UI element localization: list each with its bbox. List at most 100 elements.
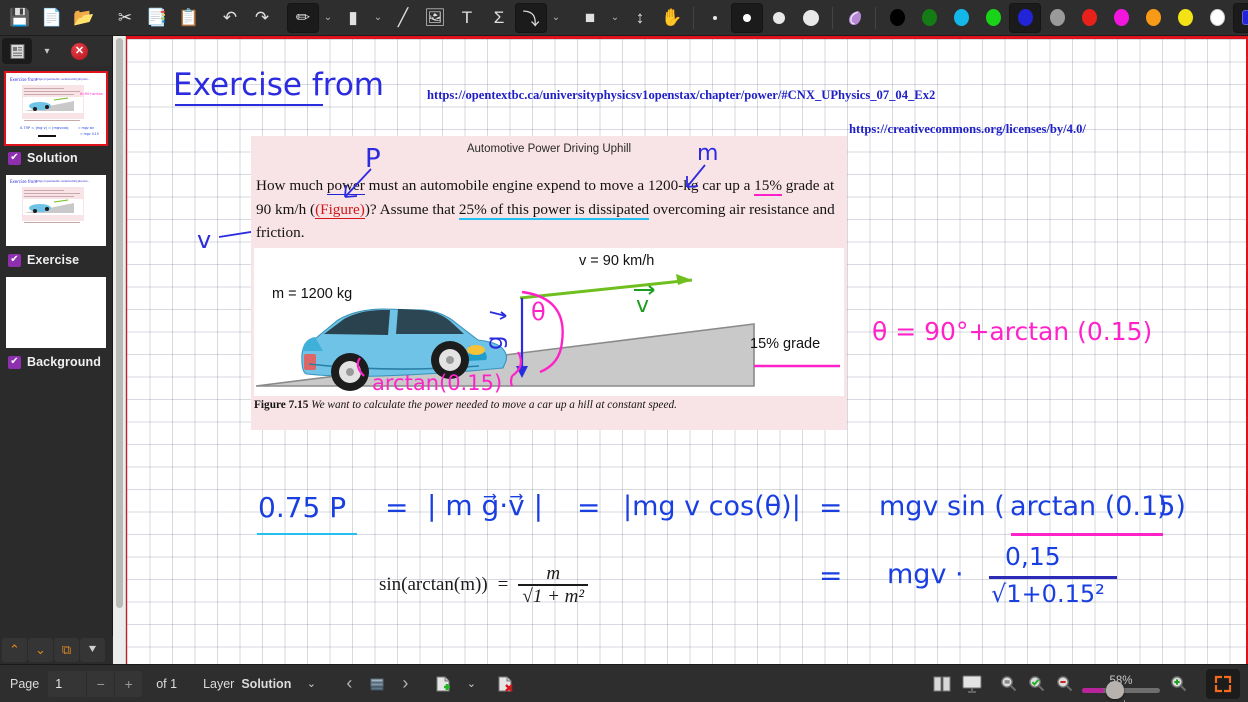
equation-line2-numerator: 0,15 [1005, 542, 1061, 571]
color-cyan-icon[interactable] [945, 3, 977, 33]
theta-equation-handwritten: θ = 90°+arctan (0.15) [872, 317, 1152, 346]
layer-visibility-checkbox[interactable]: ✔ [8, 254, 21, 267]
zoom-out-button[interactable] [1050, 670, 1078, 698]
thickness-very-fine-icon[interactable] [699, 3, 731, 33]
color-dot [1018, 9, 1033, 26]
svg-text:Exercise from: Exercise from [10, 179, 37, 184]
image-tool-icon[interactable]: 🖼 [419, 3, 451, 33]
select-options-chevron-icon[interactable]: ⌄ [547, 3, 565, 33]
thickness-medium-icon[interactable] [763, 3, 795, 33]
toolbar-spacer [205, 3, 214, 33]
layer-row-solution[interactable]: ✔Solution [0, 144, 112, 171]
delete-page-button[interactable] [491, 670, 519, 698]
page-increment-button[interactable]: + [114, 671, 142, 697]
color-dot [986, 9, 1001, 26]
shape-square-icon[interactable]: ■ [574, 3, 606, 33]
page-number-control: − + [48, 671, 142, 697]
layer-thumbnail[interactable]: Exercise from https://opentextbc.ca/univ… [6, 175, 106, 246]
source-url-text: https://opentextbc.ca/universityphysicsv… [427, 88, 935, 103]
color-green-icon[interactable] [977, 3, 1009, 33]
open-folder-icon[interactable]: 📂 [68, 3, 100, 33]
svg-text:g: g [482, 335, 508, 350]
hill-angle-annotation: arctan(0.15) [372, 371, 502, 395]
layer-dropdown-chevron-icon[interactable]: ⌄ [297, 670, 325, 698]
shape-options-chevron-icon[interactable]: ⌄ [606, 3, 624, 33]
color-magenta-icon[interactable] [1105, 3, 1137, 33]
color-yellow-icon[interactable] [1169, 3, 1201, 33]
color-blue-icon[interactable] [1009, 3, 1041, 33]
pen-tool-icon[interactable]: ✏ [287, 3, 319, 33]
undo-icon[interactable]: ↶ [214, 3, 246, 33]
two-page-view-button[interactable] [928, 670, 956, 698]
delete-layer-button[interactable]: ⯆ [80, 638, 105, 662]
eraser-blob-icon[interactable] [838, 3, 870, 33]
zoom-in-button[interactable] [1164, 670, 1192, 698]
cut-scissors-icon[interactable]: ✂ [109, 3, 141, 33]
figure-image: v g θ arctan(0.15) [254, 248, 844, 396]
new-page-icon[interactable]: 📄 [36, 3, 68, 33]
layer-row-background[interactable]: ✔Background [0, 348, 112, 375]
vertical-space-icon[interactable]: ↕ [624, 3, 656, 33]
color-orange-icon[interactable] [1137, 3, 1169, 33]
zoom-slider-handle[interactable] [1106, 681, 1124, 699]
color-white-icon[interactable] [1201, 3, 1233, 33]
next-layer-button[interactable]: › [391, 670, 419, 698]
sidebar-panel-chevron-icon[interactable]: ▾ [34, 38, 60, 64]
save-icon[interactable]: 💾 [4, 3, 36, 33]
eraser-tool-icon[interactable]: ▮ [337, 3, 369, 33]
text-tool-icon[interactable]: T [451, 3, 483, 33]
thickness-fine-icon[interactable] [731, 3, 763, 33]
duplicate-layer-button[interactable]: ⧉ [54, 638, 79, 662]
layer-thumbnail[interactable]: Exercise from https://opentextbc.ca/univ… [6, 73, 106, 144]
canvas-area: Exercise from https://opentextbc.ca/univ… [113, 36, 1248, 664]
zoom-fit-width-button[interactable] [994, 670, 1022, 698]
redo-icon[interactable]: ↷ [246, 3, 278, 33]
layer-visibility-checkbox[interactable]: ✔ [8, 356, 21, 369]
add-page-chevron-icon[interactable]: ⌄ [457, 670, 485, 698]
color-red-icon[interactable] [1073, 3, 1105, 33]
figure-caption: Figure 7.15 We want to calculate the pow… [254, 399, 844, 411]
page-number-input[interactable] [48, 671, 86, 697]
vertical-scrollbar[interactable] [113, 36, 126, 664]
copy-icon[interactable]: 📑 [141, 3, 173, 33]
zoom-slider-track[interactable] [1082, 688, 1160, 693]
fullscreen-button[interactable] [1206, 669, 1240, 699]
equation-line2-fraction-bar [989, 576, 1117, 579]
move-layer-down-button[interactable]: ⌄ [28, 638, 53, 662]
hand-pan-icon[interactable]: ✋ [656, 3, 688, 33]
presentation-mode-button[interactable] [956, 670, 988, 698]
toolbar-divider [832, 7, 833, 29]
latex-sigma-tool-icon[interactable]: Σ [483, 3, 515, 33]
identity-equals: = [498, 574, 509, 596]
svg-text:https://opentextbc.ca/universi: https://opentextbc.ca/universityphysics.… [36, 179, 90, 183]
highlighter-tool-icon[interactable]: ╱ [387, 3, 419, 33]
zoom-100-button[interactable] [1022, 670, 1050, 698]
add-page-button[interactable] [429, 670, 457, 698]
vertical-scrollbar-thumb[interactable] [116, 38, 123, 608]
document-page[interactable]: Exercise from https://opentextbc.ca/univ… [126, 36, 1248, 664]
sidebar-layers-tab-button[interactable] [2, 38, 32, 64]
color-dark-green-icon[interactable] [913, 3, 945, 33]
svg-text:Exercise from: Exercise from [10, 77, 37, 82]
color-black-icon[interactable] [881, 3, 913, 33]
annotation-arrow-P [337, 165, 377, 207]
color-gray-icon[interactable] [1041, 3, 1073, 33]
layer-thumbnail[interactable] [6, 277, 106, 348]
select-tool-icon[interactable]: ⤵ [515, 3, 547, 33]
layer-stack-icon[interactable] [363, 670, 391, 698]
custom-color-picker-icon[interactable] [1233, 3, 1248, 33]
equation-lhs-075P: 0.75 P [258, 491, 346, 524]
paste-icon[interactable]: 📋 [173, 3, 205, 33]
identity-numerator: m [540, 563, 566, 584]
layer-row-exercise[interactable]: ✔Exercise [0, 246, 112, 273]
page-decrement-button[interactable]: − [86, 671, 114, 697]
pen-options-chevron-icon[interactable]: ⌄ [319, 3, 337, 33]
layer-visibility-checkbox[interactable]: ✔ [8, 152, 21, 165]
previous-layer-button[interactable]: ‹ [335, 670, 363, 698]
custom-color-swatch [1242, 10, 1248, 25]
sidebar-close-button[interactable]: ✕ [71, 43, 88, 60]
eraser-options-chevron-icon[interactable]: ⌄ [369, 3, 387, 33]
svg-text:θ=90+arctan: θ=90+arctan [80, 92, 103, 96]
thickness-thick-icon[interactable] [795, 3, 827, 33]
move-layer-up-button[interactable]: ⌃ [2, 638, 27, 662]
